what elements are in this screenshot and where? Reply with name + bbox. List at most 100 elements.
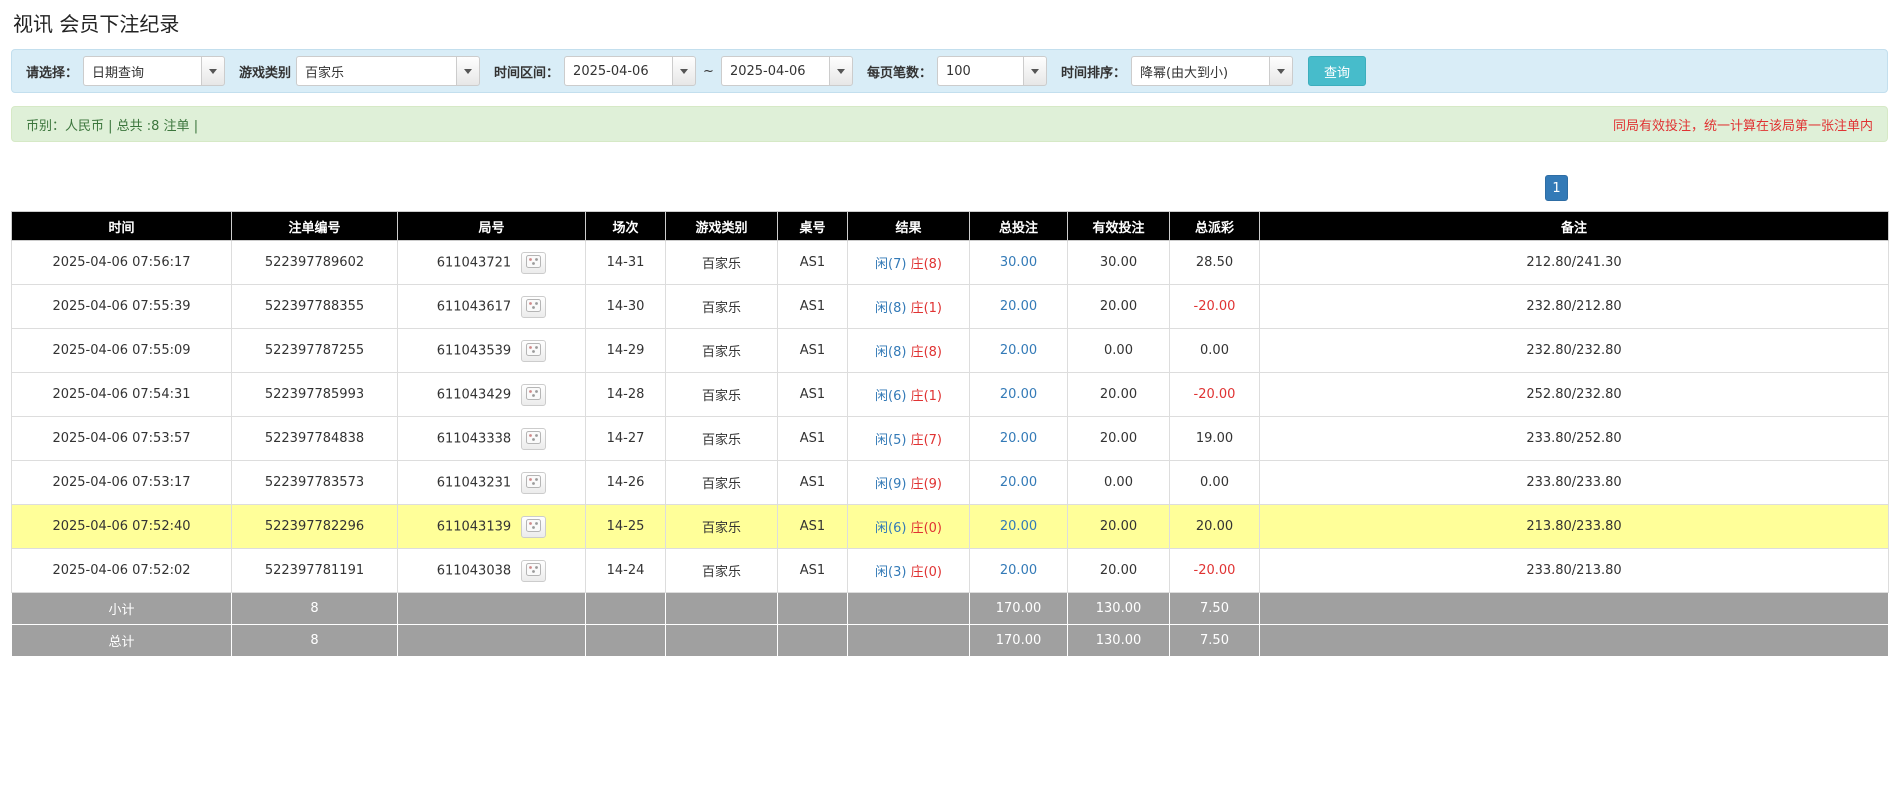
sort-order-dropdown-button[interactable] <box>1268 56 1293 86</box>
round-replay-button[interactable] <box>521 339 547 362</box>
footer-valid-bet-cell: 130.00 <box>1067 624 1170 657</box>
remark-cell: 232.80/212.80 <box>1259 284 1889 329</box>
time-cell: 2025-04-06 07:52:02 <box>11 548 232 593</box>
payout-value: 0.00 <box>1200 343 1229 358</box>
bet-id-cell: 522397788355 <box>231 284 398 329</box>
time-cell: 2025-04-06 07:53:17 <box>11 460 232 505</box>
column-header: 桌号 <box>777 211 848 241</box>
total-bet-cell[interactable]: 30.00 <box>969 240 1068 285</box>
filter-bar: 请选择： 日期查询 游戏类别 百家乐 时间区间： 2025-04-06 ~ 20… <box>11 49 1888 93</box>
game-type-select[interactable]: 百家乐 <box>296 56 481 86</box>
date-to-dropdown-button[interactable] <box>828 56 853 86</box>
payout-value: 20.00 <box>1195 519 1234 534</box>
time-cell: 2025-04-06 07:53:57 <box>11 416 232 461</box>
bet-id-cell: 522397781191 <box>231 548 398 593</box>
session-cell: 14-30 <box>585 284 666 329</box>
summary-bar: 币别：人民币 | 总共 :8 注单 | 同局有效投注，统一计算在该局第一张注单内 <box>11 106 1888 142</box>
remark-cell: 213.80/233.80 <box>1259 504 1889 549</box>
footer-payout-cell: 7.50 <box>1169 624 1260 657</box>
table-row: 2025-04-06 07:56:17 522397789602 611043721… <box>11 240 1889 285</box>
dice-media-icon <box>526 387 542 400</box>
time-cell: 2025-04-06 07:55:39 <box>11 284 232 329</box>
round-replay-button[interactable] <box>521 559 547 582</box>
bet-id-cell: 522397787255 <box>231 328 398 373</box>
total-bet-link[interactable]: 20.00 <box>1000 387 1037 402</box>
valid-bet-cell: 20.00 <box>1067 284 1170 329</box>
session-cell: 14-28 <box>585 372 666 417</box>
total-bet-cell[interactable]: 20.00 <box>969 328 1068 373</box>
time-range-label: 时间区间： <box>494 65 560 81</box>
session-cell: 14-25 <box>585 504 666 549</box>
date-to-select[interactable]: 2025-04-06 <box>720 56 853 86</box>
sort-order-select[interactable]: 降幂(由大到小) <box>1130 56 1293 86</box>
date-to-value: 2025-04-06 <box>720 56 829 86</box>
total-bet-link[interactable]: 20.00 <box>1000 431 1037 446</box>
round-replay-button[interactable] <box>521 383 547 406</box>
search-button[interactable]: 查询 <box>1307 56 1366 86</box>
chevron-down-icon <box>209 68 218 74</box>
total-bet-link[interactable]: 20.00 <box>1000 343 1037 358</box>
total-bet-link[interactable]: 20.00 <box>1000 475 1037 490</box>
result-cell: 闲(3) 庄(0) <box>847 548 970 593</box>
footer-valid-bet-cell: 130.00 <box>1067 592 1170 625</box>
total-bet-link[interactable]: 20.00 <box>1000 519 1037 534</box>
dice-media-icon <box>526 519 542 532</box>
game-type-cell: 百家乐 <box>665 548 778 593</box>
table-row: 2025-04-06 07:53:57 522397784838 611043338… <box>11 416 1889 461</box>
total-bet-link[interactable]: 20.00 <box>1000 299 1037 314</box>
remark-cell: 232.80/232.80 <box>1259 328 1889 373</box>
dice-media-icon <box>526 299 542 312</box>
table-row: 2025-04-06 07:55:39 522397788355 611043617… <box>11 284 1889 329</box>
session-cell: 14-31 <box>585 240 666 285</box>
total-bet-cell[interactable]: 20.00 <box>969 504 1068 549</box>
dice-media-icon <box>526 431 542 444</box>
round-replay-button[interactable] <box>521 515 547 538</box>
column-header: 备注 <box>1259 211 1889 241</box>
total-bet-cell[interactable]: 20.00 <box>969 548 1068 593</box>
pagination-page-1-button[interactable]: 1 <box>1545 175 1568 201</box>
payout-cell: 0.00 <box>1169 460 1260 505</box>
valid-bet-cell: 0.00 <box>1067 460 1170 505</box>
dice-media-icon <box>526 475 542 488</box>
result-cell: 闲(8) 庄(1) <box>847 284 970 329</box>
footer-empty-cell <box>397 592 586 625</box>
total-bet-cell[interactable]: 20.00 <box>969 284 1068 329</box>
round-cell: 611043038 <box>397 548 586 593</box>
footer-empty-cell <box>665 624 778 657</box>
bet-table-body: 2025-04-06 07:56:17 522397789602 611043721… <box>11 240 1889 657</box>
total-bet-cell[interactable]: 20.00 <box>969 460 1068 505</box>
table-no-cell: AS1 <box>777 328 848 373</box>
total-bet-cell[interactable]: 20.00 <box>969 416 1068 461</box>
footer-empty-cell <box>585 592 666 625</box>
date-from-dropdown-button[interactable] <box>672 56 697 86</box>
round-replay-button[interactable] <box>521 471 547 494</box>
remark-cell: 212.80/241.30 <box>1259 240 1889 285</box>
footer-empty-cell <box>397 624 586 657</box>
per-page-value: 100 <box>936 56 1023 86</box>
total-bet-link[interactable]: 20.00 <box>1000 563 1037 578</box>
remark-cell: 252.80/232.80 <box>1259 372 1889 417</box>
query-type-dropdown-button[interactable] <box>201 56 226 86</box>
result-cell: 闲(8) 庄(8) <box>847 328 970 373</box>
result-banker: 庄(7) <box>910 433 942 448</box>
per-page-select[interactable]: 100 <box>936 56 1047 86</box>
round-replay-button[interactable] <box>521 251 547 274</box>
time-cell: 2025-04-06 07:56:17 <box>11 240 232 285</box>
date-from-select[interactable]: 2025-04-06 <box>564 56 697 86</box>
summary-note-text: 同局有效投注，统一计算在该局第一张注单内 <box>1612 118 1873 134</box>
round-replay-button[interactable] <box>521 295 547 318</box>
game-type-cell: 百家乐 <box>665 240 778 285</box>
summary-currency-text: 币别：人民币 | 总共 :8 注单 | <box>26 118 199 134</box>
per-page-dropdown-button[interactable] <box>1022 56 1047 86</box>
result-cell: 闲(6) 庄(0) <box>847 504 970 549</box>
bet-records-table: 时间 注单编号 局号 场次 游戏类别 桌号 结果 总投注 有效投注 总派彩 备注 2025-04-0… <box>11 211 1889 657</box>
table-row: 2025-04-06 07:54:31 522397785993 611043429… <box>11 372 1889 417</box>
payout-value: -20.00 <box>1193 299 1236 314</box>
table-no-cell: AS1 <box>777 460 848 505</box>
round-cell: 611043139 <box>397 504 586 549</box>
total-bet-link[interactable]: 30.00 <box>1000 255 1037 270</box>
total-bet-cell[interactable]: 20.00 <box>969 372 1068 417</box>
game-type-dropdown-button[interactable] <box>456 56 481 86</box>
round-replay-button[interactable] <box>521 427 547 450</box>
query-type-select[interactable]: 日期查询 <box>83 56 226 86</box>
